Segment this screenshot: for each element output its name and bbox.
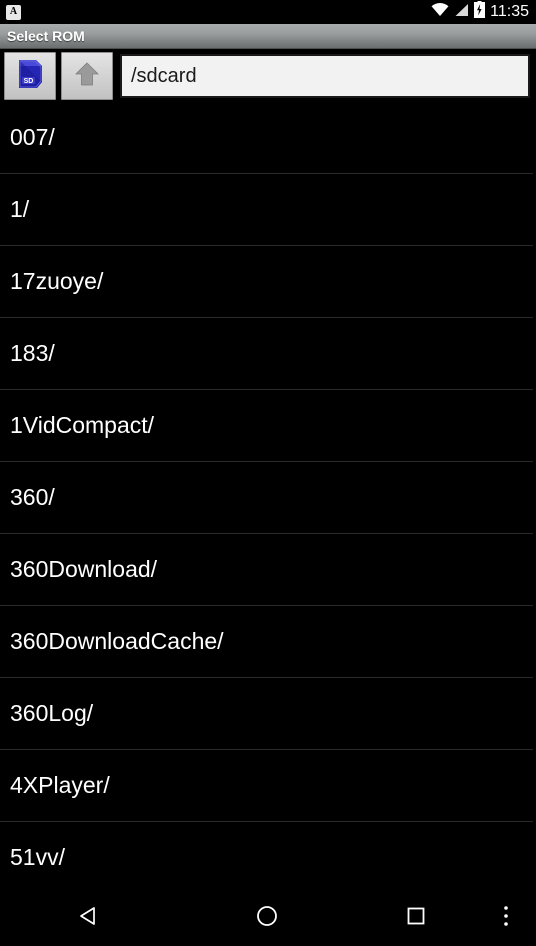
list-item-label: 360/ — [10, 484, 55, 510]
list-item[interactable]: 007/ — [0, 102, 533, 174]
list-item[interactable]: 360DownloadCache/ — [0, 606, 533, 678]
android-screen: A 11:35 Select ROM SD /sdcard 007/ 1/ 17… — [0, 0, 536, 946]
list-item-label: 360Log/ — [10, 700, 94, 726]
list-item[interactable]: 17zuoye/ — [0, 246, 533, 318]
list-item-label: 51vv/ — [10, 844, 65, 870]
list-item[interactable]: 183/ — [0, 318, 533, 390]
notification-a-icon: A — [6, 4, 21, 20]
list-item[interactable]: 360/ — [0, 462, 533, 534]
sdcard-icon: SD — [15, 58, 45, 95]
home-icon — [255, 904, 279, 933]
list-item[interactable]: 1/ — [0, 174, 533, 246]
path-input-value: /sdcard — [131, 64, 197, 87]
path-toolbar: SD /sdcard — [0, 50, 536, 102]
overflow-menu-icon — [503, 904, 509, 933]
battery-charging-icon — [474, 1, 486, 23]
recents-icon — [406, 906, 426, 931]
sdcard-button[interactable]: SD — [4, 52, 56, 100]
wifi-icon — [431, 2, 449, 22]
navigation-bar — [0, 890, 536, 946]
parent-directory-button[interactable] — [61, 52, 113, 100]
title-bar: Select ROM — [0, 24, 536, 49]
recents-button[interactable] — [356, 890, 476, 946]
back-button[interactable] — [0, 890, 178, 946]
overflow-menu-button[interactable] — [476, 890, 536, 946]
list-item-label: 17zuoye/ — [10, 268, 104, 294]
path-input[interactable]: /sdcard — [120, 54, 530, 98]
list-item-label: 4XPlayer/ — [10, 772, 110, 798]
status-bar: A 11:35 — [0, 0, 536, 24]
list-item[interactable]: 4XPlayer/ — [0, 750, 533, 822]
signal-icon — [454, 3, 469, 22]
list-item[interactable]: 1VidCompact/ — [0, 390, 533, 462]
home-button[interactable] — [178, 890, 356, 946]
list-item[interactable]: 51vv/ — [0, 822, 533, 890]
status-bar-clock: 11:35 — [490, 3, 529, 20]
file-list[interactable]: 007/ 1/ 17zuoye/ 183/ 1VidCompact/ 360/ … — [0, 102, 536, 890]
list-item-label: 360Download/ — [10, 556, 158, 582]
list-item-label: 360DownloadCache/ — [10, 628, 224, 654]
arrow-up-icon — [74, 60, 100, 93]
list-item[interactable]: 360Download/ — [0, 534, 533, 606]
list-item-label: 183/ — [10, 340, 55, 366]
status-bar-system-icons: 11:35 — [431, 1, 529, 23]
svg-text:SD: SD — [24, 78, 34, 85]
list-item[interactable]: 360Log/ — [0, 678, 533, 750]
back-icon — [78, 905, 100, 932]
page-title: Select ROM — [7, 28, 85, 44]
list-item-label: 1/ — [10, 196, 30, 222]
status-bar-notifications: A — [6, 4, 21, 20]
list-item-label: 1VidCompact/ — [10, 412, 155, 438]
list-item-label: 007/ — [10, 124, 55, 150]
